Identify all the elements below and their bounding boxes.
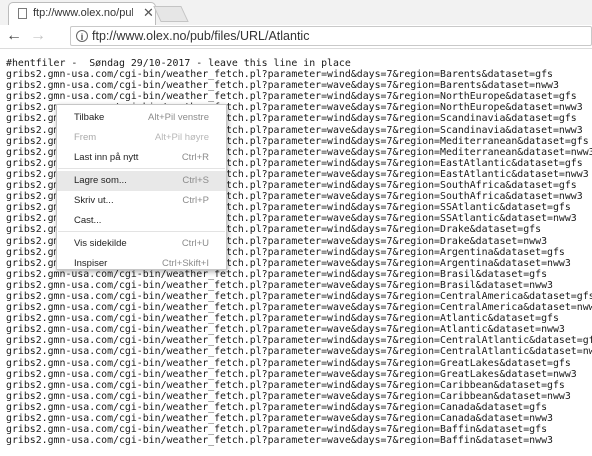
url-line: gribs2.gmn-usa.com/cgi-bin/weather_fetch… — [6, 279, 553, 291]
menu-separator — [58, 231, 225, 232]
url-line: gribs2.gmn-usa.com/cgi-bin/weather_fetch… — [6, 424, 548, 436]
address-url[interactable]: ftp://www.olex.no/pub/files/URL/Atlantic — [92, 28, 309, 44]
url-line: gribs2.gmn-usa.com/cgi-bin/weather_fetch… — [6, 302, 592, 314]
url-line: gribs2.gmn-usa.com/cgi-bin/weather_fetch… — [6, 91, 577, 103]
url-line: gribs2.gmn-usa.com/cgi-bin/weather_fetch… — [6, 379, 565, 391]
info-icon[interactable]: i — [76, 30, 88, 42]
menu-item-label: Last inn på nytt — [74, 152, 139, 163]
url-line: gribs2.gmn-usa.com/cgi-bin/weather_fetch… — [6, 435, 553, 447]
menu-item-shortcut: Ctrl+U — [181, 238, 209, 249]
menu-item-label: Tilbake — [74, 112, 105, 123]
address-bar[interactable]: i ftp://www.olex.no/pub/files/URL/Atlant… — [70, 26, 592, 46]
url-line: gribs2.gmn-usa.com/cgi-bin/weather_fetch… — [6, 324, 565, 336]
menu-item-frem[interactable]: Frem Alt+Pil høyre — [57, 128, 226, 148]
menu-item-shortcut: Ctrl+R — [181, 152, 209, 163]
menu-item-shortcut: Alt+Pil høyre — [154, 132, 209, 143]
url-line: gribs2.gmn-usa.com/cgi-bin/weather_fetch… — [6, 80, 559, 92]
menu-item-inspiser[interactable]: Inspiser Ctrl+Skift+I — [57, 254, 226, 274]
new-tab-button[interactable] — [153, 6, 189, 22]
url-line: gribs2.gmn-usa.com/cgi-bin/weather_fetch… — [6, 69, 553, 81]
url-line: gribs2.gmn-usa.com/cgi-bin/weather_fetch… — [6, 390, 571, 402]
menu-item-shortcut: Ctrl+S — [182, 175, 209, 186]
menu-item-lagre-som[interactable]: Lagre som... Ctrl+S — [57, 171, 226, 191]
menu-item-label: Skriv ut... — [74, 195, 114, 206]
browser-toolbar: ← → i ftp://www.olex.no/pub/files/URL/At… — [0, 25, 592, 49]
url-line: gribs2.gmn-usa.com/cgi-bin/weather_fetch… — [6, 335, 592, 347]
menu-item-label: Frem — [74, 132, 97, 143]
menu-item-label: Cast... — [74, 215, 102, 226]
menu-item-skriv-ut[interactable]: Skriv ut... Ctrl+P — [57, 191, 226, 211]
url-line: gribs2.gmn-usa.com/cgi-bin/weather_fetch… — [6, 401, 548, 413]
browser-tab[interactable]: ftp://www.olex.no/pub/fi ✕ — [8, 2, 156, 25]
menu-item-last-inn-p-nytt[interactable]: Last inn på nytt Ctrl+R — [57, 148, 226, 168]
url-line: gribs2.gmn-usa.com/cgi-bin/weather_fetch… — [6, 357, 571, 369]
menu-item-vis-sidekilde[interactable]: Vis sidekilde Ctrl+U — [57, 234, 226, 254]
menu-item-shortcut: Alt+Pil venstre — [148, 112, 209, 123]
url-line: gribs2.gmn-usa.com/cgi-bin/weather_fetch… — [6, 290, 592, 302]
tab-strip: ftp://www.olex.no/pub/fi ✕ — [0, 0, 592, 26]
url-line: gribs2.gmn-usa.com/cgi-bin/weather_fetch… — [6, 368, 577, 380]
context-menu: Tilbake Alt+Pil venstre Frem Alt+Pil høyre L… — [56, 104, 227, 270]
url-line: gribs2.gmn-usa.com/cgi-bin/weather_fetch… — [6, 346, 592, 358]
back-arrow-icon[interactable]: ← — [6, 27, 22, 45]
menu-item-label: Lagre som... — [74, 175, 127, 186]
menu-item-tilbake[interactable]: Tilbake Alt+Pil venstre — [57, 108, 226, 128]
header-line: #hentfiler - Søndag 29/10-2017 - leave t… — [6, 58, 351, 69]
menu-item-label: Inspiser — [74, 258, 108, 269]
menu-item-shortcut: Ctrl+Skift+I — [162, 258, 209, 269]
menu-item-cast[interactable]: Cast... — [57, 211, 226, 231]
tab-title: ftp://www.olex.no/pub/fi — [33, 7, 133, 19]
forward-arrow-icon[interactable]: → — [30, 27, 46, 45]
url-line: gribs2.gmn-usa.com/cgi-bin/weather_fetch… — [6, 313, 559, 325]
url-line: gribs2.gmn-usa.com/cgi-bin/weather_fetch… — [6, 413, 553, 424]
document-icon — [18, 8, 27, 19]
close-icon[interactable]: ✕ — [143, 5, 154, 21]
menu-item-label: Vis sidekilde — [74, 238, 127, 249]
menu-item-shortcut: Ctrl+P — [182, 195, 209, 206]
menu-separator — [58, 168, 225, 169]
